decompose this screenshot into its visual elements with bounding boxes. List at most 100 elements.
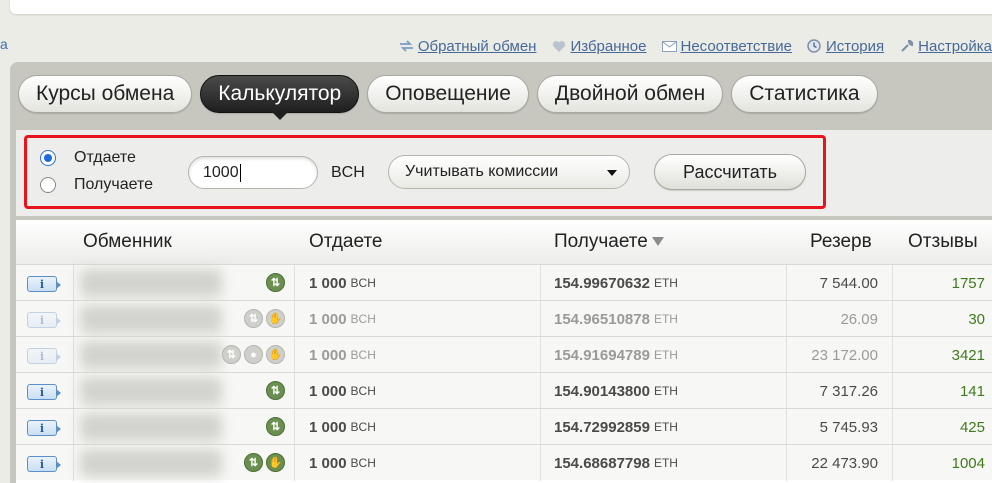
reviews-count[interactable]: 1757 <box>906 265 985 301</box>
info-icon[interactable]: i <box>27 456 61 472</box>
manual-exchange-icon: ⇅ <box>266 273 285 292</box>
receive-amount: 154.91694789 ETH <box>554 337 678 373</box>
radio-receive-button[interactable] <box>40 177 56 193</box>
table-row[interactable]: i ⇅ ● ✋ 1 000 BCH 154.91694789 ETH 23 172.00 3421 <box>16 336 992 373</box>
swap-arrows-icon <box>399 39 414 54</box>
give-unit: BCH <box>350 384 376 398</box>
radio-give-button[interactable] <box>40 150 56 166</box>
column-divider <box>786 373 787 409</box>
table-row[interactable]: i ⇅ 1 000 BCH 154.72992859 ETH 5 745.93 425 <box>16 408 992 445</box>
header-exchanger[interactable]: Обменник <box>83 231 172 253</box>
wrench-icon <box>899 39 914 54</box>
reviews-count[interactable]: 3421 <box>906 337 985 373</box>
column-divider <box>540 337 541 373</box>
reserve-value: 5 745.93 <box>819 418 878 436</box>
column-divider <box>73 409 74 445</box>
reserve-value: 22 473.90 <box>811 454 878 472</box>
left-edge-link[interactable]: а <box>0 36 8 52</box>
column-divider <box>294 409 295 445</box>
column-divider <box>892 409 893 445</box>
tab-statistics[interactable]: Статистика <box>731 75 878 113</box>
amount-input[interactable]: 1000 <box>188 156 318 189</box>
receive-value: 154.90143800 <box>554 382 650 400</box>
history-link[interactable]: История <box>807 38 884 55</box>
receive-amount: 154.90143800 ETH <box>554 373 678 409</box>
receive-amount: 154.96510878 ETH <box>554 301 678 337</box>
manual-exchange-icon: ⇅ <box>222 345 241 364</box>
column-divider <box>892 301 893 337</box>
receive-value: 154.99670632 <box>554 274 650 292</box>
receive-unit: ETH <box>653 348 678 362</box>
reviews-count[interactable]: 30 <box>906 301 985 337</box>
info-icon[interactable]: i <box>27 312 61 328</box>
give-value: 1 000 <box>309 346 347 364</box>
give-value: 1 000 <box>309 382 347 400</box>
receive-value: 154.68687798 <box>554 454 650 472</box>
reverse-exchange-label: Обратный обмен <box>417 37 537 55</box>
info-icon[interactable]: i <box>27 384 61 400</box>
top-links: Обратный обмен Избранное Несоответствие … <box>384 36 992 56</box>
reviews-count[interactable]: 425 <box>906 409 985 445</box>
column-divider <box>73 301 74 337</box>
tab-bar: Курсы обмена Калькулятор Оповещение Двой… <box>18 75 886 120</box>
header-reviews[interactable]: Отзывы <box>908 231 978 253</box>
radio-give[interactable]: Отдаете <box>40 149 136 167</box>
calculate-button[interactable]: Рассчитать <box>654 154 806 190</box>
column-divider <box>540 301 541 337</box>
currency-label: BCH <box>331 164 365 181</box>
receive-unit: ETH <box>653 276 678 290</box>
reverse-exchange-link[interactable]: Обратный обмен <box>399 37 537 55</box>
radio-receive[interactable]: Получаете <box>40 176 153 194</box>
settings-link[interactable]: Настройка <box>899 38 992 55</box>
give-value: 1 000 <box>309 418 347 436</box>
column-divider <box>294 373 295 409</box>
exchanger-name-blurred[interactable] <box>80 305 222 333</box>
tab-calculator[interactable]: Калькулятор <box>200 75 360 120</box>
manual-exchange-icon: ⇅ <box>244 453 263 472</box>
header-give[interactable]: Отдаете <box>309 231 383 253</box>
column-divider <box>294 301 295 337</box>
exchanger-name-blurred[interactable] <box>80 269 222 297</box>
give-amount: 1 000 BCH <box>309 373 376 409</box>
manual-exchange-icon: ⇅ <box>266 381 285 400</box>
table-row[interactable]: i ⇅ ✋ 1 000 BCH 154.96510878 ETH 26.09 30 <box>16 300 992 337</box>
radio-give-label: Отдаете <box>74 149 136 166</box>
history-clock-icon <box>807 39 822 54</box>
header-receive[interactable]: Получаете <box>554 231 664 253</box>
favorites-link[interactable]: Избранное <box>551 38 647 55</box>
tab-double-exchange[interactable]: Двойной обмен <box>536 75 724 113</box>
table-row[interactable]: i ⇅ 1 000 BCH 154.99670632 ETH 7 544.00 1757 <box>16 264 992 301</box>
tab-notifications[interactable]: Оповещение <box>367 75 529 113</box>
column-divider <box>73 265 74 301</box>
commission-select[interactable]: Учитывать комиссии <box>388 155 630 189</box>
receive-unit: ETH <box>653 420 678 434</box>
info-icon[interactable]: i <box>27 420 61 436</box>
column-divider <box>540 445 541 481</box>
give-unit: BCH <box>350 276 376 290</box>
mismatch-link[interactable]: Несоответствие <box>661 37 792 55</box>
exchanger-name-blurred[interactable] <box>80 449 222 477</box>
column-divider <box>294 445 295 481</box>
header-reserve[interactable]: Резерв <box>810 231 872 253</box>
mismatch-label: Несоответствие <box>680 37 792 55</box>
exchanger-name-blurred[interactable] <box>80 413 222 441</box>
exchanger-name-blurred[interactable] <box>80 377 222 405</box>
receive-unit: ETH <box>653 312 678 326</box>
table-row[interactable]: i ⇅ ✋ 1 000 BCH 154.68687798 ETH 22 473.90 1004 <box>16 444 992 481</box>
give-value: 1 000 <box>309 310 347 328</box>
reviews-count[interactable]: 141 <box>906 373 985 409</box>
receive-amount: 154.99670632 ETH <box>554 265 678 301</box>
text-caret <box>239 163 241 182</box>
reviews-count[interactable]: 1004 <box>906 445 985 481</box>
receive-unit: ETH <box>653 384 678 398</box>
hand-icon: ✋ <box>266 309 285 328</box>
info-icon[interactable]: i <box>27 348 61 364</box>
settings-label: Настройка <box>918 37 992 55</box>
tab-exchange-rates[interactable]: Курсы обмена <box>18 75 193 113</box>
table-row[interactable]: i ⇅ 1 000 BCH 154.90143800 ETH 7 317.26 141 <box>16 372 992 409</box>
heart-icon <box>551 39 566 54</box>
receive-value: 154.96510878 <box>554 310 650 328</box>
exchanger-name-blurred[interactable] <box>80 341 222 369</box>
receive-amount: 154.72992859 ETH <box>554 409 678 445</box>
info-icon[interactable]: i <box>27 276 61 292</box>
